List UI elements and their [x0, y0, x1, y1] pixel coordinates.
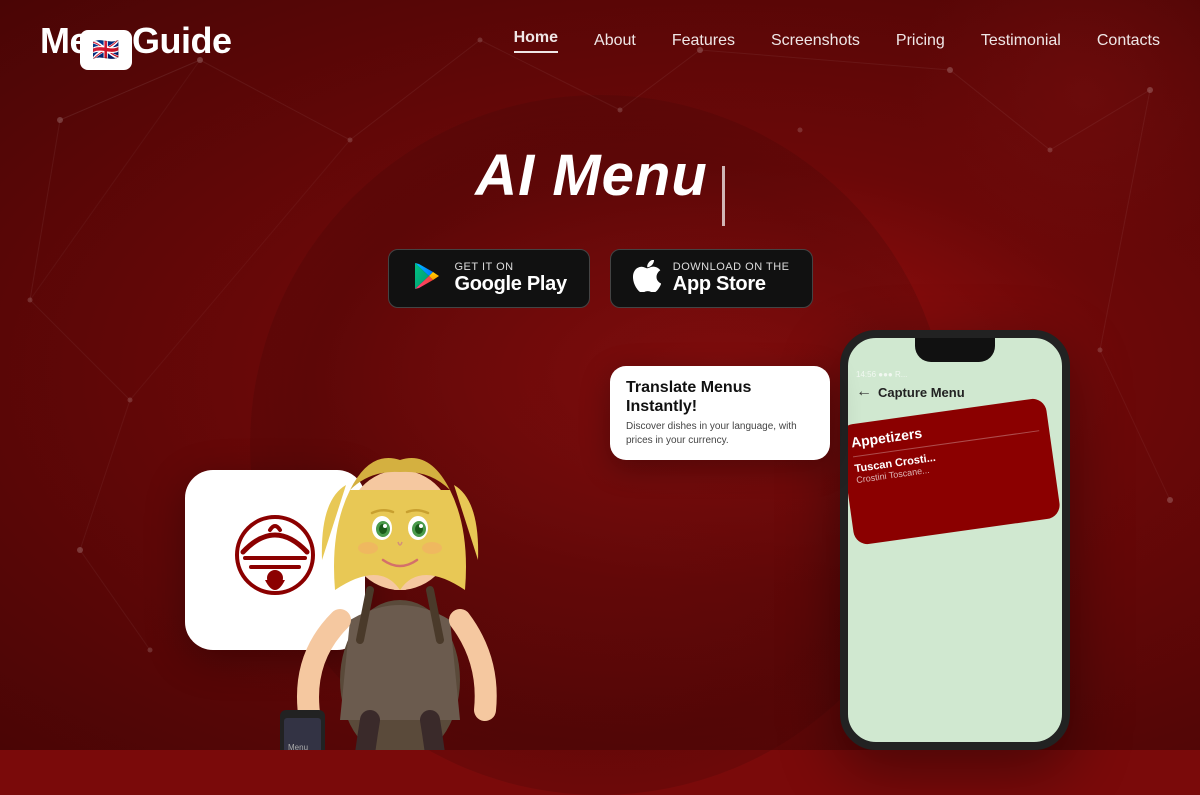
nav-testimonial[interactable]: Testimonial	[981, 32, 1061, 50]
hero-title: AI Menu	[475, 142, 708, 209]
phone-notch	[915, 338, 995, 362]
hero-section: AI Menu	[0, 82, 1200, 368]
brand-logo: MenuGuide	[40, 20, 232, 62]
translate-bubble: Translate Menus Instantly! Discover dish…	[610, 366, 830, 460]
character-illustration: Menu	[230, 270, 570, 750]
nav-about[interactable]: About	[594, 32, 636, 50]
nav-screenshots[interactable]: Screenshots	[771, 32, 860, 50]
app-store-name-label: App Store	[673, 273, 790, 296]
apple-icon	[633, 260, 661, 297]
phone-mockup: 14:56 ●●● R... ← Capture Menu Appetizers…	[840, 330, 1070, 750]
main-nav: Home About Features Screenshots Pricing …	[514, 29, 1160, 53]
header: MenuGuide Home About Features Screenshot…	[0, 0, 1200, 82]
hero-title-wrapper: AI Menu	[475, 142, 725, 249]
nav-pricing[interactable]: Pricing	[896, 32, 945, 50]
nav-features[interactable]: Features	[672, 32, 735, 50]
language-button[interactable]: 🇬🇧	[80, 30, 132, 70]
capture-menu-label: Capture Menu	[878, 385, 965, 400]
phone-status-bar: 14:56 ●●● R...	[856, 370, 1054, 379]
app-store-sub-label: Download on the	[673, 261, 790, 273]
menu-card: Appetizers Tuscan Crosti... Crostini Tos…	[840, 397, 1061, 546]
back-arrow-icon: ←	[856, 383, 872, 401]
svg-text:Menu: Menu	[288, 743, 308, 750]
translate-title: Translate Menus Instantly!	[626, 378, 814, 416]
app-store-text: Download on the App Store	[673, 261, 790, 296]
title-decoration-line	[722, 166, 725, 226]
nav-contacts[interactable]: Contacts	[1097, 32, 1160, 50]
phone-screen: 14:56 ●●● R... ← Capture Menu Appetizers…	[848, 370, 1062, 532]
nav-home[interactable]: Home	[514, 29, 558, 53]
translate-subtitle: Discover dishes in your language, with p…	[626, 420, 814, 448]
app-store-button[interactable]: Download on the App Store	[610, 249, 813, 308]
flag-icon: 🇬🇧	[92, 37, 119, 63]
